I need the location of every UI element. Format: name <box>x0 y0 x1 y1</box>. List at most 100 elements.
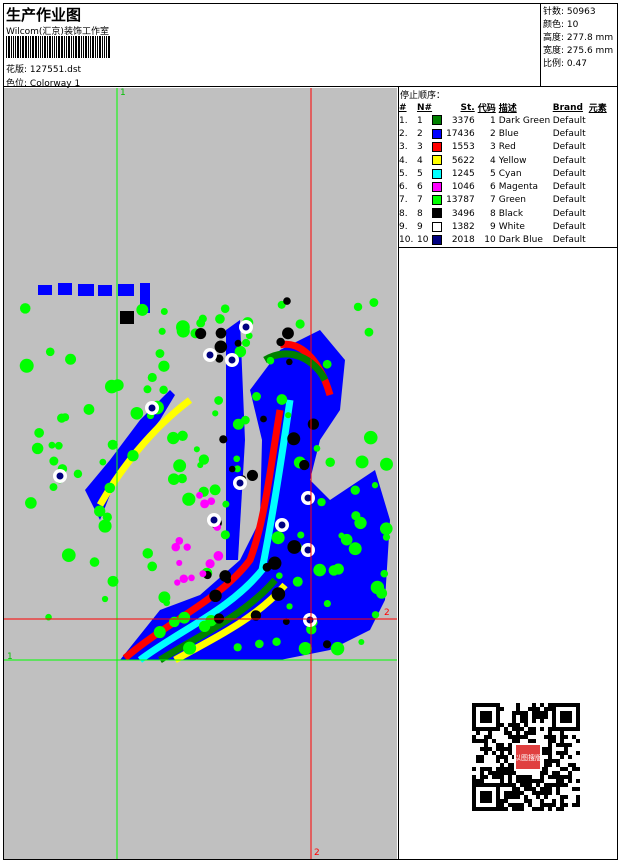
stitch-dot <box>89 557 100 567</box>
row-n: 9 <box>417 222 423 233</box>
guide-label-green-left: 1 <box>7 652 13 662</box>
row-brand: Default <box>552 142 586 153</box>
row-brand: Default <box>552 208 586 219</box>
stitch-dot <box>295 319 305 329</box>
stitch-dot <box>99 458 107 466</box>
row-stitches: 3496 <box>451 208 475 219</box>
stitch-dot <box>174 579 181 586</box>
stitch-dot <box>233 455 241 463</box>
row-desc: Red <box>498 142 516 153</box>
row-stitches: 1046 <box>451 182 475 193</box>
table-row[interactable]: 2. 2 17436 2 Blue Default <box>399 127 618 140</box>
stitch-dot <box>215 327 227 339</box>
stitch-dot <box>299 459 310 471</box>
stitch-dot <box>159 385 168 395</box>
qr-code[interactable]: 以图搜版 <box>470 703 588 813</box>
row-code: 8 <box>489 208 496 219</box>
row-element <box>589 114 618 127</box>
stitch-dot <box>188 574 195 582</box>
stitch-dot <box>48 441 56 449</box>
stitch-dot <box>219 435 228 444</box>
stitch-dot <box>220 530 230 540</box>
stitch-dot <box>224 576 232 584</box>
row-index: 6. <box>399 182 408 193</box>
stitch-dot <box>363 430 378 445</box>
stitch-dot <box>271 531 285 545</box>
row-brand: Default <box>552 168 586 179</box>
stitch-dot <box>313 563 327 577</box>
table-row[interactable]: 9. 9 1382 9 White Default <box>399 220 618 233</box>
stitch-dot <box>286 358 293 366</box>
stitch-dot <box>380 569 389 578</box>
table-row[interactable]: 4. 4 5622 4 Yellow Default <box>399 154 618 167</box>
table-row[interactable]: 8. 8 3496 8 Black Default <box>399 207 618 220</box>
stitch-dot <box>101 595 109 603</box>
table-row[interactable]: 6. 6 1046 6 Magenta Default <box>399 180 618 193</box>
stitch-dot <box>160 307 168 316</box>
row-n: 8 <box>417 208 423 219</box>
table-row[interactable]: 3. 3 1553 3 Red Default <box>399 141 618 154</box>
stitch-dot <box>45 347 55 357</box>
color-swatch <box>432 141 446 154</box>
calligraphy <box>38 283 150 313</box>
row-desc: Dark Green <box>498 115 551 126</box>
table-row[interactable]: 1. 1 3376 1 Dark Green Default <box>399 114 618 127</box>
table-header: # N# St. 代码 描述 Brand 元素 <box>399 101 618 115</box>
row-stitches: 13787 <box>446 195 475 206</box>
table-row[interactable]: 5. 5 1245 5 Cyan Default <box>399 167 618 180</box>
row-index: 8. <box>399 208 408 219</box>
stitch-dot <box>328 565 340 576</box>
stitch-dot <box>255 639 264 649</box>
row-stitches: 3376 <box>451 115 475 126</box>
stitch-dot <box>266 356 275 365</box>
stitch-dot <box>371 482 379 489</box>
stitch-dot <box>307 418 320 430</box>
table-row[interactable]: 7. 7 13787 7 Green Default <box>399 194 618 207</box>
row-n: 10 <box>417 235 429 246</box>
stitch-dot <box>322 640 332 649</box>
row-index: 7. <box>399 195 408 206</box>
row-element <box>589 154 618 167</box>
stitch-dot <box>214 396 224 405</box>
row-code: 10 <box>484 235 496 246</box>
row-brand: Default <box>552 235 586 246</box>
row-desc: Dark Blue <box>498 235 543 246</box>
stitch-dot <box>176 559 183 566</box>
stitch-dot <box>287 432 301 446</box>
stitch-dot <box>298 641 312 656</box>
stitch-dot <box>278 521 286 529</box>
stitch-dot <box>322 359 332 369</box>
col-n: N# <box>417 102 433 113</box>
stitch-dot <box>260 415 267 423</box>
row-stitches: 17436 <box>446 128 475 139</box>
stitch-dot <box>213 551 224 561</box>
stitch-dot <box>25 497 37 509</box>
stitch-dot <box>179 574 189 583</box>
stitch-dot <box>176 324 190 338</box>
row-stitches: 2018 <box>451 235 475 246</box>
stitch-dot <box>142 548 153 559</box>
row-brand: Default <box>552 182 586 193</box>
stitch-dot <box>57 413 67 423</box>
row-element <box>589 141 618 154</box>
stitch-dot <box>313 445 321 452</box>
row-code: 4 <box>489 155 496 166</box>
stitch-dot <box>283 297 291 305</box>
stitch-dot <box>147 372 157 383</box>
stitch-dot <box>173 459 187 473</box>
col-element: 元素 <box>588 104 607 114</box>
stitch-dot <box>246 469 259 481</box>
stitch-dot <box>304 494 312 502</box>
stitch-dot <box>364 327 374 337</box>
stitch-dot <box>107 439 118 450</box>
stitch-dot <box>236 479 244 487</box>
stitch-dot <box>371 611 380 619</box>
row-index: 1. <box>399 115 408 126</box>
guide-label-red-bottom: 2 <box>314 848 320 858</box>
table-row[interactable]: 10. 10 2018 10 Dark Blue Default <box>399 234 618 247</box>
stitch-dot <box>209 484 221 496</box>
stitch-dot <box>155 349 165 358</box>
stitch-dot <box>109 383 117 391</box>
stitch-dot <box>348 542 362 556</box>
color-swatch <box>432 167 446 180</box>
